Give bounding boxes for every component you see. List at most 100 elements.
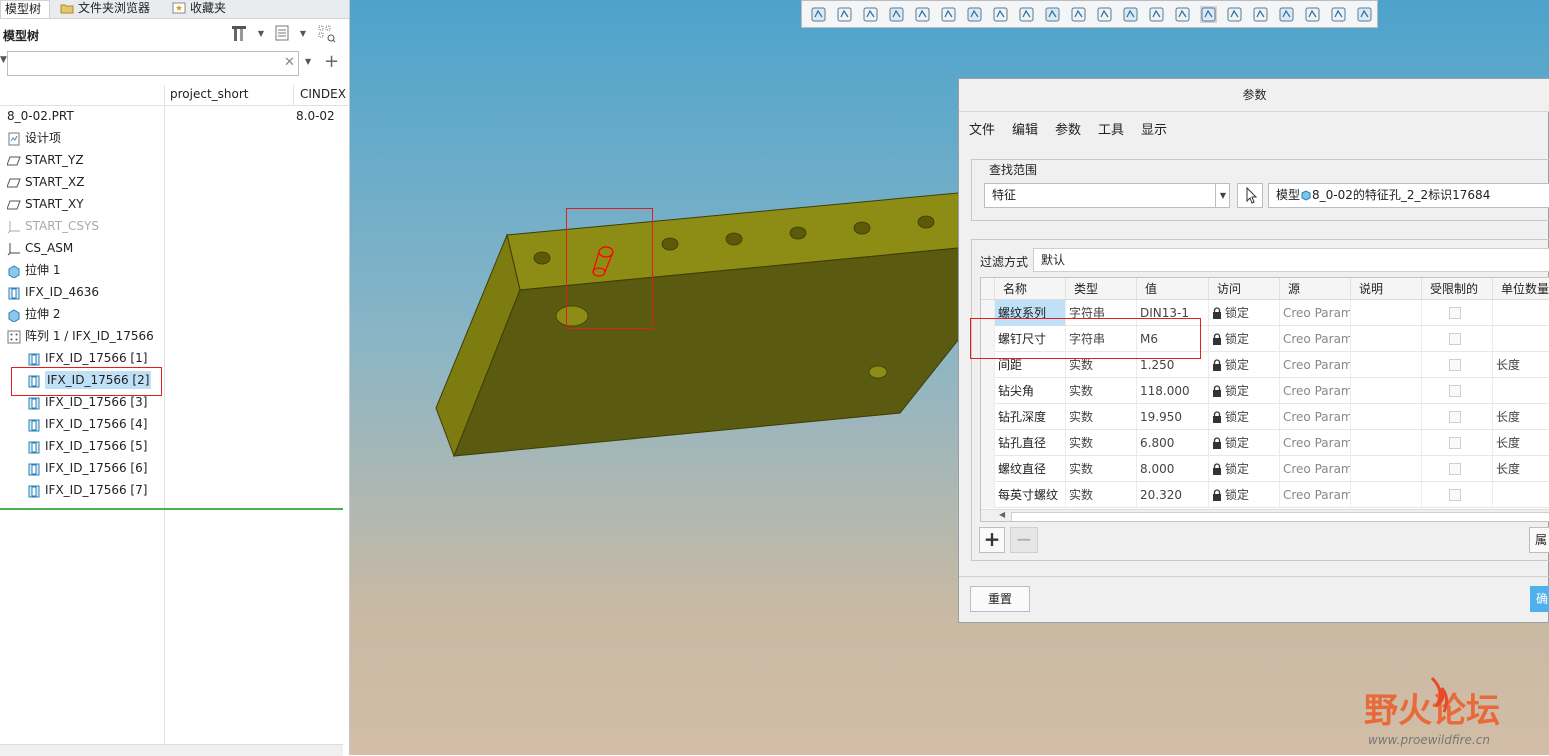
cell-value[interactable]: 20.320 — [1137, 482, 1209, 508]
cell-desc[interactable] — [1351, 482, 1422, 508]
restricted-checkbox[interactable] — [1449, 489, 1461, 501]
plane-display-icon[interactable] — [1096, 6, 1113, 23]
tree-item[interactable]: IFX_ID_17566 [7] — [0, 479, 349, 501]
cell-access[interactable]: 锁定 — [1209, 378, 1280, 404]
csys-display-icon[interactable] — [1174, 6, 1191, 23]
cell-value[interactable]: 8.000 — [1137, 456, 1209, 482]
settings-tools-icon[interactable] — [230, 25, 248, 43]
column-header-cindex[interactable]: CINDEX — [300, 87, 346, 101]
scope-model-field[interactable]: 模型 8_0-02的特征孔_2_2标识17684 — [1268, 183, 1549, 208]
refit-icon[interactable] — [810, 6, 827, 23]
cell-source[interactable]: Creo Param — [1280, 378, 1351, 404]
tree-item[interactable]: IFX_ID_17566 [1] — [0, 347, 349, 369]
column-header-unit-quantity[interactable]: 单位数量 — [1493, 278, 1549, 300]
remove-parameter-button[interactable]: − — [1010, 527, 1038, 553]
show-dropdown-icon[interactable]: ▼ — [294, 25, 312, 43]
tree-filter-icon[interactable] — [318, 25, 336, 43]
cell-restricted[interactable] — [1422, 300, 1493, 326]
perspective-icon[interactable] — [992, 6, 1009, 23]
column-header-restricted[interactable]: 受限制的 — [1422, 278, 1493, 300]
zoom-in-icon[interactable] — [836, 6, 853, 23]
tree-item[interactable]: 拉伸 2 — [0, 303, 349, 325]
cell-access[interactable]: 锁定 — [1209, 326, 1280, 352]
cell-access[interactable]: 锁定 — [1209, 352, 1280, 378]
restricted-checkbox[interactable] — [1449, 307, 1461, 319]
tree-item[interactable]: IFX_ID_17566 [4] — [0, 413, 349, 435]
cell-source[interactable]: Creo Param — [1280, 430, 1351, 456]
cell-access[interactable]: 锁定 — [1209, 456, 1280, 482]
chevron-down-icon[interactable]: ▼ — [1215, 183, 1230, 208]
menu-display[interactable]: 显示 — [1141, 119, 1167, 138]
menu-tools[interactable]: 工具 — [1098, 119, 1124, 138]
ok-button[interactable]: 确 — [1530, 586, 1549, 612]
cell-source[interactable]: Creo Param — [1280, 326, 1351, 352]
tab-folder-browser[interactable]: 文件夹浏览器 — [56, 0, 164, 18]
tree-item[interactable]: 设计项 — [0, 127, 349, 149]
table-row[interactable]: 钻孔直径 实数 6.800 锁定 Creo Param 长度 — [981, 430, 1549, 456]
pause-icon[interactable] — [1330, 6, 1347, 23]
cell-desc[interactable] — [1351, 352, 1422, 378]
zoom-out-icon[interactable] — [862, 6, 879, 23]
filter-select[interactable]: 默认 — [1033, 248, 1549, 272]
menu-edit[interactable]: 编辑 — [1012, 119, 1038, 138]
properties-button[interactable]: 属 — [1529, 527, 1549, 553]
model-tree-icon[interactable] — [1252, 6, 1269, 23]
cell-desc[interactable] — [1351, 430, 1422, 456]
show-list-icon[interactable] — [273, 25, 291, 43]
cell-value[interactable]: 19.950 — [1137, 404, 1209, 430]
table-row[interactable]: 每英寸螺纹 实数 20.320 锁定 Creo Param — [981, 482, 1549, 508]
cell-unit[interactable] — [1493, 378, 1549, 404]
menu-file[interactable]: 文件 — [969, 119, 995, 138]
cell-restricted[interactable] — [1422, 326, 1493, 352]
cell-desc[interactable] — [1351, 300, 1422, 326]
add-column-icon[interactable]: + — [324, 51, 339, 72]
settings-dropdown-icon[interactable]: ▼ — [252, 25, 270, 43]
cell-desc[interactable] — [1351, 326, 1422, 352]
restricted-checkbox[interactable] — [1449, 411, 1461, 423]
cell-desc[interactable] — [1351, 456, 1422, 482]
cell-unit[interactable] — [1493, 326, 1549, 352]
axis-display-icon[interactable] — [1122, 6, 1139, 23]
tag-display-icon[interactable] — [1200, 6, 1217, 23]
tree-item[interactable]: CS_ASM — [0, 237, 349, 259]
tree-item[interactable]: IFX_ID_4636 — [0, 281, 349, 303]
column-header-source[interactable]: 源 — [1280, 278, 1351, 300]
point-display-icon[interactable] — [1148, 6, 1165, 23]
row-header[interactable] — [981, 482, 995, 508]
table-row[interactable]: 钻孔深度 实数 19.950 锁定 Creo Param 长度 — [981, 404, 1549, 430]
cell-access[interactable]: 锁定 — [1209, 430, 1280, 456]
cell-type[interactable]: 实数 — [1066, 456, 1137, 482]
cell-unit[interactable]: 长度 — [1493, 404, 1549, 430]
tree-item[interactable]: 拉伸 1 — [0, 259, 349, 281]
column-header-description[interactable]: 说明 — [1351, 278, 1422, 300]
scope-type-select[interactable]: 特征 — [984, 183, 1230, 208]
cell-source[interactable]: Creo Param — [1280, 300, 1351, 326]
cell-type[interactable]: 实数 — [1066, 404, 1137, 430]
model-tree-search-input[interactable] — [7, 51, 299, 76]
column-header-type[interactable]: 类型 — [1066, 278, 1137, 300]
tree-item[interactable]: START_XZ — [0, 171, 349, 193]
warning-icon[interactable] — [1304, 6, 1321, 23]
display-style-icon[interactable] — [914, 6, 931, 23]
cell-value[interactable]: 118.000 — [1137, 378, 1209, 404]
cell-type[interactable]: 实数 — [1066, 430, 1137, 456]
cell-name[interactable]: 钻孔直径 — [995, 430, 1066, 456]
column-header-project-short[interactable]: project_short — [170, 87, 249, 101]
tree-item[interactable]: 阵列 1 / IFX_ID_17566 — [0, 325, 349, 347]
tree-root-row[interactable]: 8_0-02.PRT 8.0-02 — [0, 105, 349, 127]
spin-center-icon[interactable] — [1044, 6, 1061, 23]
cell-unit[interactable]: 长度 — [1493, 352, 1549, 378]
add-parameter-button[interactable]: + — [979, 527, 1005, 553]
cell-access[interactable]: 锁定 — [1209, 404, 1280, 430]
restricted-checkbox[interactable] — [1449, 333, 1461, 345]
cell-name[interactable]: 钻孔深度 — [995, 404, 1066, 430]
scroll-left-icon[interactable]: ◀ — [999, 510, 1005, 519]
cell-restricted[interactable] — [1422, 456, 1493, 482]
search-dropdown-icon[interactable]: ▼ — [305, 57, 311, 66]
restricted-checkbox[interactable] — [1449, 437, 1461, 449]
annotation-display-icon[interactable] — [1070, 6, 1087, 23]
select-filter-icon[interactable] — [1226, 6, 1243, 23]
cell-restricted[interactable] — [1422, 430, 1493, 456]
cell-unit[interactable]: 长度 — [1493, 456, 1549, 482]
cell-access[interactable]: 锁定 — [1209, 482, 1280, 508]
